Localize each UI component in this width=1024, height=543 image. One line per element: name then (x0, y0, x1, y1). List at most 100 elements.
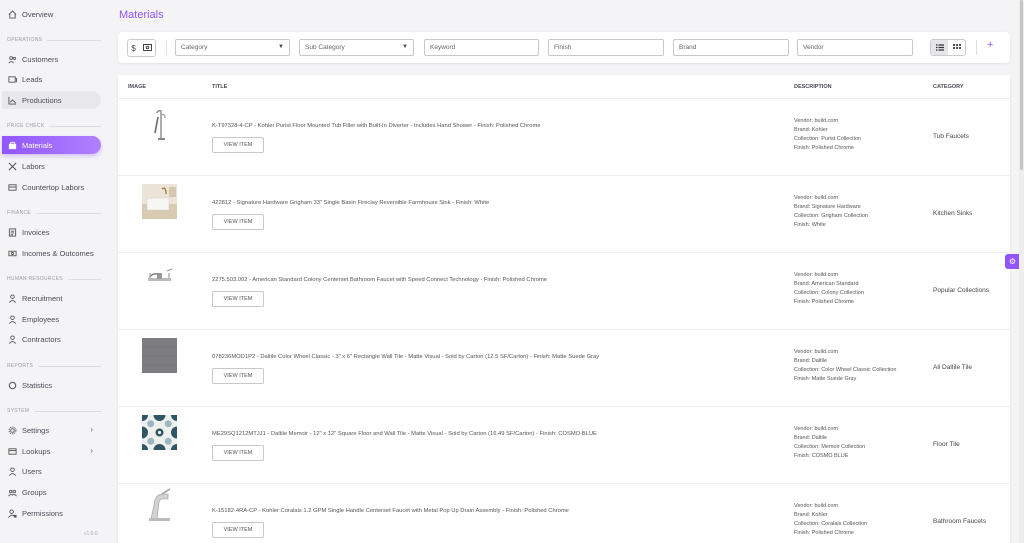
scrollbar-thumb[interactable] (1020, 0, 1023, 170)
sidebar-item-employees[interactable]: Employees (2, 310, 101, 328)
finish-input[interactable]: Finish (548, 39, 664, 56)
category-select[interactable]: Category ▼ (175, 39, 290, 56)
desc-vendor: Vendor: build.com (794, 503, 839, 509)
row-title: K-T97328-4-CP - Kohler Purist Floor Moun… (212, 123, 541, 129)
table-row: ME29SQ1212MTJJ1 - Daltile Memoir - 12" x… (118, 407, 1010, 484)
sidebar-item-label: Lookups (22, 446, 51, 456)
row-description: Vendor: build.com Brand: Signature Hardw… (794, 194, 868, 230)
list-view-icon[interactable] (931, 40, 948, 55)
row-description: Vendor: build.com Brand: Daltile Collect… (794, 348, 896, 384)
chart-icon (7, 95, 17, 105)
vendor-input[interactable]: Vendor (797, 39, 913, 56)
sidebar-item-countertop-labors[interactable]: Countertop Labors (2, 178, 101, 196)
table-row: K-15182-4RA-CP - Kohler Coralais 1.2 GPM… (118, 484, 1010, 543)
dollar-icon[interactable]: $ (131, 44, 135, 53)
table-header: IMAGE TITLE DESCRIPTION CATEGORY (118, 75, 1010, 99)
tools-icon (7, 161, 17, 171)
view-toggle[interactable] (930, 39, 966, 56)
product-image (142, 488, 177, 523)
header-category: CATEGORY (933, 84, 964, 90)
caret-down-icon: ▼ (278, 44, 284, 50)
sidebar-item-leads[interactable]: Leads (2, 70, 101, 88)
cash-icon[interactable] (142, 43, 152, 53)
header-image: IMAGE (128, 84, 147, 90)
version-label: v1.0.0 (84, 531, 98, 537)
sidebar-item-labors[interactable]: Labors (2, 157, 101, 175)
countertop-icon (7, 182, 17, 192)
sidebar-item-productions[interactable]: Productions (2, 91, 101, 109)
row-title: K-15182-4RA-CP - Kohler Coralais 1.2 GPM… (212, 508, 569, 514)
row-category: Kitchen Sinks (933, 210, 973, 217)
view-item-button[interactable]: VIEW ITEM (212, 291, 264, 307)
sidebar-item-users[interactable]: Users (2, 462, 101, 480)
sidebar-item-incomes-outcomes[interactable]: Incomes & Outcomes (2, 244, 101, 262)
section-label: SYSTEM (7, 408, 101, 414)
filter-bar: $ Category ▼ Sub Category ▼ Keyword Fini… (118, 32, 1010, 63)
add-material-button[interactable]: + (987, 39, 993, 51)
desc-brand: Brand: Signature Hardware (794, 204, 861, 210)
sidebar-item-customers[interactable]: Customers (2, 50, 101, 68)
desc-brand: Brand: Kohler (794, 512, 828, 518)
sidebar-item-label: Employees (22, 314, 60, 324)
sidebar-item-label: Overview (22, 9, 54, 19)
group-icon (7, 487, 17, 497)
product-image (142, 261, 177, 296)
gear-icon (7, 425, 17, 435)
desc-finish: Finish: Polished Chrome (794, 530, 854, 536)
invoice-icon (7, 227, 17, 237)
sub-category-select[interactable]: Sub Category ▼ (299, 39, 414, 56)
page-title: Materials (119, 9, 164, 21)
sidebar-item-settings[interactable]: Settings › (2, 421, 101, 439)
sidebar-item-groups[interactable]: Groups (2, 483, 101, 501)
materials-icon (7, 140, 17, 150)
person-icon (7, 293, 17, 303)
circle-icon (7, 380, 17, 390)
desc-finish: Finish: White (794, 222, 826, 228)
row-title: 078236MOD1P2 - Daltile Color Wheel Class… (212, 354, 600, 360)
sidebar-item-permissions[interactable]: Permissions (2, 504, 101, 522)
sub-category-select-value: Sub Category (305, 44, 345, 51)
sidebar-item-recruitment[interactable]: Recruitment (2, 289, 101, 307)
view-item-button[interactable]: VIEW ITEM (212, 445, 264, 461)
section-label: FINANCE (7, 210, 101, 216)
price-toggle[interactable]: $ (127, 39, 156, 57)
page-scrollbar[interactable] (1019, 0, 1024, 543)
category-select-value: Category (181, 44, 208, 51)
customers-icon (7, 54, 17, 64)
keyword-placeholder: Keyword (430, 44, 456, 51)
view-item-button[interactable]: VIEW ITEM (212, 214, 264, 230)
desc-brand: Brand: Kohler (794, 127, 828, 133)
sidebar-item-lookups[interactable]: Lookups › (2, 442, 101, 460)
desc-vendor: Vendor: build.com (794, 349, 839, 355)
customizer-button[interactable]: ⚙ (1005, 254, 1020, 269)
sidebar-item-overview[interactable]: Overview (2, 5, 101, 23)
desc-finish: Finish: Matte Suede Gray (794, 376, 857, 382)
desc-brand: Brand: American Standard (794, 281, 859, 287)
section-label: PRICE CHECK (7, 123, 101, 129)
view-item-button[interactable]: VIEW ITEM (212, 137, 264, 153)
view-item-button[interactable]: VIEW ITEM (212, 522, 264, 538)
sidebar-item-label: Invoices (22, 227, 50, 237)
table-row: 078236MOD1P2 - Daltile Color Wheel Class… (118, 330, 1010, 407)
caret-down-icon: ▼ (402, 44, 408, 50)
product-image (142, 184, 177, 219)
row-category: All Daltile Tile (933, 364, 973, 371)
sidebar-item-invoices[interactable]: Invoices (2, 223, 101, 241)
view-item-button[interactable]: VIEW ITEM (212, 368, 264, 384)
desc-vendor: Vendor: build.com (794, 195, 839, 201)
sidebar-item-materials[interactable]: Materials (2, 136, 101, 154)
keyword-input[interactable]: Keyword (424, 39, 539, 56)
desc-collection: Collection: Colony Collection (794, 290, 865, 296)
desc-brand: Brand: Daltile (794, 358, 828, 364)
sidebar: Overview OPERATIONS Customers Leads Prod… (0, 0, 108, 543)
sidebar-item-statistics[interactable]: Statistics (2, 376, 101, 394)
desc-collection: Collection: Color Wheel Classic Collecti… (794, 367, 897, 373)
row-title: 2275.503.002 - American Standard Colony … (212, 277, 548, 283)
row-title: 422812 - Signature Hardware Grigham 33" … (212, 200, 490, 206)
sidebar-item-label: Statistics (22, 380, 53, 390)
row-category: Bathroom Faucets (933, 518, 987, 525)
header-title: TITLE (212, 84, 228, 90)
sidebar-item-contractors[interactable]: Contractors (2, 330, 101, 348)
grid-view-icon[interactable] (948, 40, 965, 55)
brand-input[interactable]: Brand (673, 39, 789, 56)
